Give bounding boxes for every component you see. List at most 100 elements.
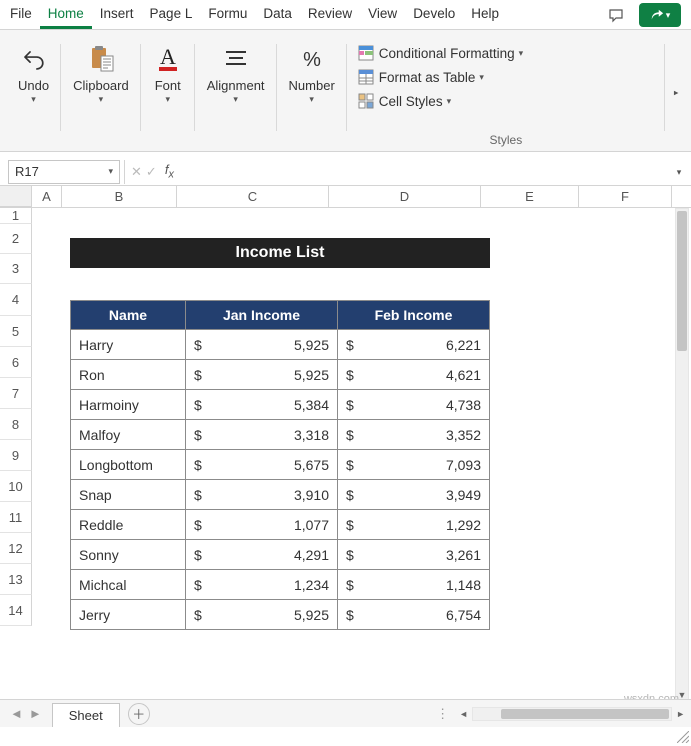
cell-name[interactable]: Jerry	[71, 600, 186, 630]
cell-name[interactable]: Sonny	[71, 540, 186, 570]
sheet-next-icon[interactable]: ►	[29, 706, 42, 721]
menu-tab-view[interactable]: View	[360, 0, 405, 29]
menu-tab-home[interactable]: Home	[40, 0, 92, 29]
font-button[interactable]: A Font ▾	[147, 38, 189, 107]
sheet-tab[interactable]: Sheet	[52, 703, 120, 727]
cell-styles-button[interactable]: Cell Styles ▾	[353, 90, 455, 112]
sheet-nav[interactable]: ◄ ►	[0, 706, 52, 721]
cell-amount[interactable]: $1,234	[186, 570, 338, 600]
cell-amount[interactable]: $5,675	[186, 450, 338, 480]
comments-icon[interactable]	[601, 3, 631, 27]
menu-tab-file[interactable]: File	[2, 0, 40, 29]
chevron-down-icon: ▾	[309, 95, 314, 103]
sheet-prev-icon[interactable]: ◄	[10, 706, 23, 721]
row-header-1[interactable]: 1	[0, 208, 32, 224]
formula-bar-buttons: ✕ ✓ fx	[124, 160, 184, 184]
cell-amount[interactable]: $4,621	[338, 360, 490, 390]
conditional-formatting-button[interactable]: Conditional Formatting ▾	[353, 42, 527, 64]
row-header-8[interactable]: 8	[0, 409, 32, 440]
cell-amount[interactable]: $1,077	[186, 510, 338, 540]
add-sheet-button[interactable]: ＋	[128, 703, 150, 725]
alignment-button[interactable]: Alignment ▾	[201, 38, 271, 107]
scroll-right-icon[interactable]: ►	[676, 709, 685, 719]
cell-amount[interactable]: $3,318	[186, 420, 338, 450]
row-header-7[interactable]: 7	[0, 378, 32, 409]
horizontal-scrollbar[interactable]	[472, 707, 672, 721]
cell-name[interactable]: Harmoiny	[71, 390, 186, 420]
cell-amount[interactable]: $4,738	[338, 390, 490, 420]
formula-expand-button[interactable]: ▾	[667, 168, 691, 176]
cell-amount[interactable]: $3,910	[186, 480, 338, 510]
cell-name[interactable]: Reddle	[71, 510, 186, 540]
name-box[interactable]: R17 ▾	[8, 160, 120, 184]
row-header-13[interactable]: 13	[0, 564, 32, 595]
row-header-14[interactable]: 14	[0, 595, 32, 626]
paste-button[interactable]: Clipboard ▾	[67, 38, 135, 107]
table-row: Sonny$4,291$3,261	[71, 540, 490, 570]
table-row: Michcal$1,234$1,148	[71, 570, 490, 600]
menu-tab-insert[interactable]: Insert	[92, 0, 142, 29]
cell-name[interactable]: Harry	[71, 330, 186, 360]
spreadsheet-grid[interactable]: ABCDEF 1234567891011121314 Income List N…	[0, 186, 691, 706]
cell-name[interactable]: Malfoy	[71, 420, 186, 450]
cell-amount[interactable]: $1,148	[338, 570, 490, 600]
cell-amount[interactable]: $5,925	[186, 600, 338, 630]
menu-tab-review[interactable]: Review	[300, 0, 360, 29]
column-header-C[interactable]: C	[177, 186, 329, 207]
cell-name[interactable]: Snap	[71, 480, 186, 510]
cell-amount[interactable]: $6,221	[338, 330, 490, 360]
cell-name[interactable]: Michcal	[71, 570, 186, 600]
cell-amount[interactable]: $5,384	[186, 390, 338, 420]
scrollbar-thumb[interactable]	[501, 709, 669, 719]
cell-styles-label: Cell Styles	[379, 94, 443, 109]
resize-handle-icon[interactable]	[677, 731, 689, 743]
row-header-4[interactable]: 4	[0, 284, 32, 316]
row-header-11[interactable]: 11	[0, 502, 32, 533]
format-as-table-button[interactable]: Format as Table ▾	[353, 66, 488, 88]
cell-amount[interactable]: $4,291	[186, 540, 338, 570]
menu-tab-data[interactable]: Data	[255, 0, 300, 29]
menu-tab-help[interactable]: Help	[463, 0, 507, 29]
cell-amount[interactable]: $3,261	[338, 540, 490, 570]
chevron-down-icon: ▾	[165, 95, 170, 103]
column-header-A[interactable]: A	[32, 186, 62, 207]
column-header-F[interactable]: F	[579, 186, 672, 207]
row-header-12[interactable]: 12	[0, 533, 32, 564]
fx-icon[interactable]: fx	[161, 162, 178, 181]
cell-amount[interactable]: $5,925	[186, 330, 338, 360]
undo-button[interactable]: Undo ▾	[12, 38, 55, 107]
scroll-left-icon[interactable]: ◄	[459, 709, 468, 719]
cell-amount[interactable]: $5,925	[186, 360, 338, 390]
row-header-9[interactable]: 9	[0, 440, 32, 471]
vertical-scrollbar[interactable]: ▲ ▼	[675, 208, 689, 703]
number-button[interactable]: % Number ▾	[283, 38, 341, 107]
cell-amount[interactable]: $3,352	[338, 420, 490, 450]
column-header-D[interactable]: D	[329, 186, 481, 207]
column-header-E[interactable]: E	[481, 186, 579, 207]
cell-name[interactable]: Longbottom	[71, 450, 186, 480]
share-button[interactable]: ▾	[639, 3, 681, 27]
ribbon-overflow-button[interactable]: ▾	[665, 34, 685, 151]
column-header-B[interactable]: B	[62, 186, 177, 207]
cell-amount[interactable]: $1,292	[338, 510, 490, 540]
name-box-value: R17	[15, 164, 39, 179]
select-all-corner[interactable]	[0, 186, 32, 207]
group-clipboard: Clipboard ▾	[61, 34, 141, 151]
row-header-2[interactable]: 2	[0, 224, 32, 254]
cancel-icon[interactable]: ✕	[131, 164, 142, 180]
menu-tab-page-l[interactable]: Page L	[142, 0, 201, 29]
row-header-6[interactable]: 6	[0, 347, 32, 378]
menu-tab-develo[interactable]: Develo	[405, 0, 463, 29]
formula-input[interactable]	[184, 160, 667, 184]
cell-amount[interactable]: $3,949	[338, 480, 490, 510]
cell-name[interactable]: Ron	[71, 360, 186, 390]
row-header-5[interactable]: 5	[0, 316, 32, 347]
scrollbar-thumb[interactable]	[677, 211, 687, 351]
cell-amount[interactable]: $7,093	[338, 450, 490, 480]
row-header-3[interactable]: 3	[0, 254, 32, 284]
cell-amount[interactable]: $6,754	[338, 600, 490, 630]
row-header-10[interactable]: 10	[0, 471, 32, 502]
enter-icon[interactable]: ✓	[146, 164, 157, 180]
menu-tab-formu[interactable]: Formu	[200, 0, 255, 29]
tab-split-handle[interactable]: ⋮	[430, 706, 455, 722]
